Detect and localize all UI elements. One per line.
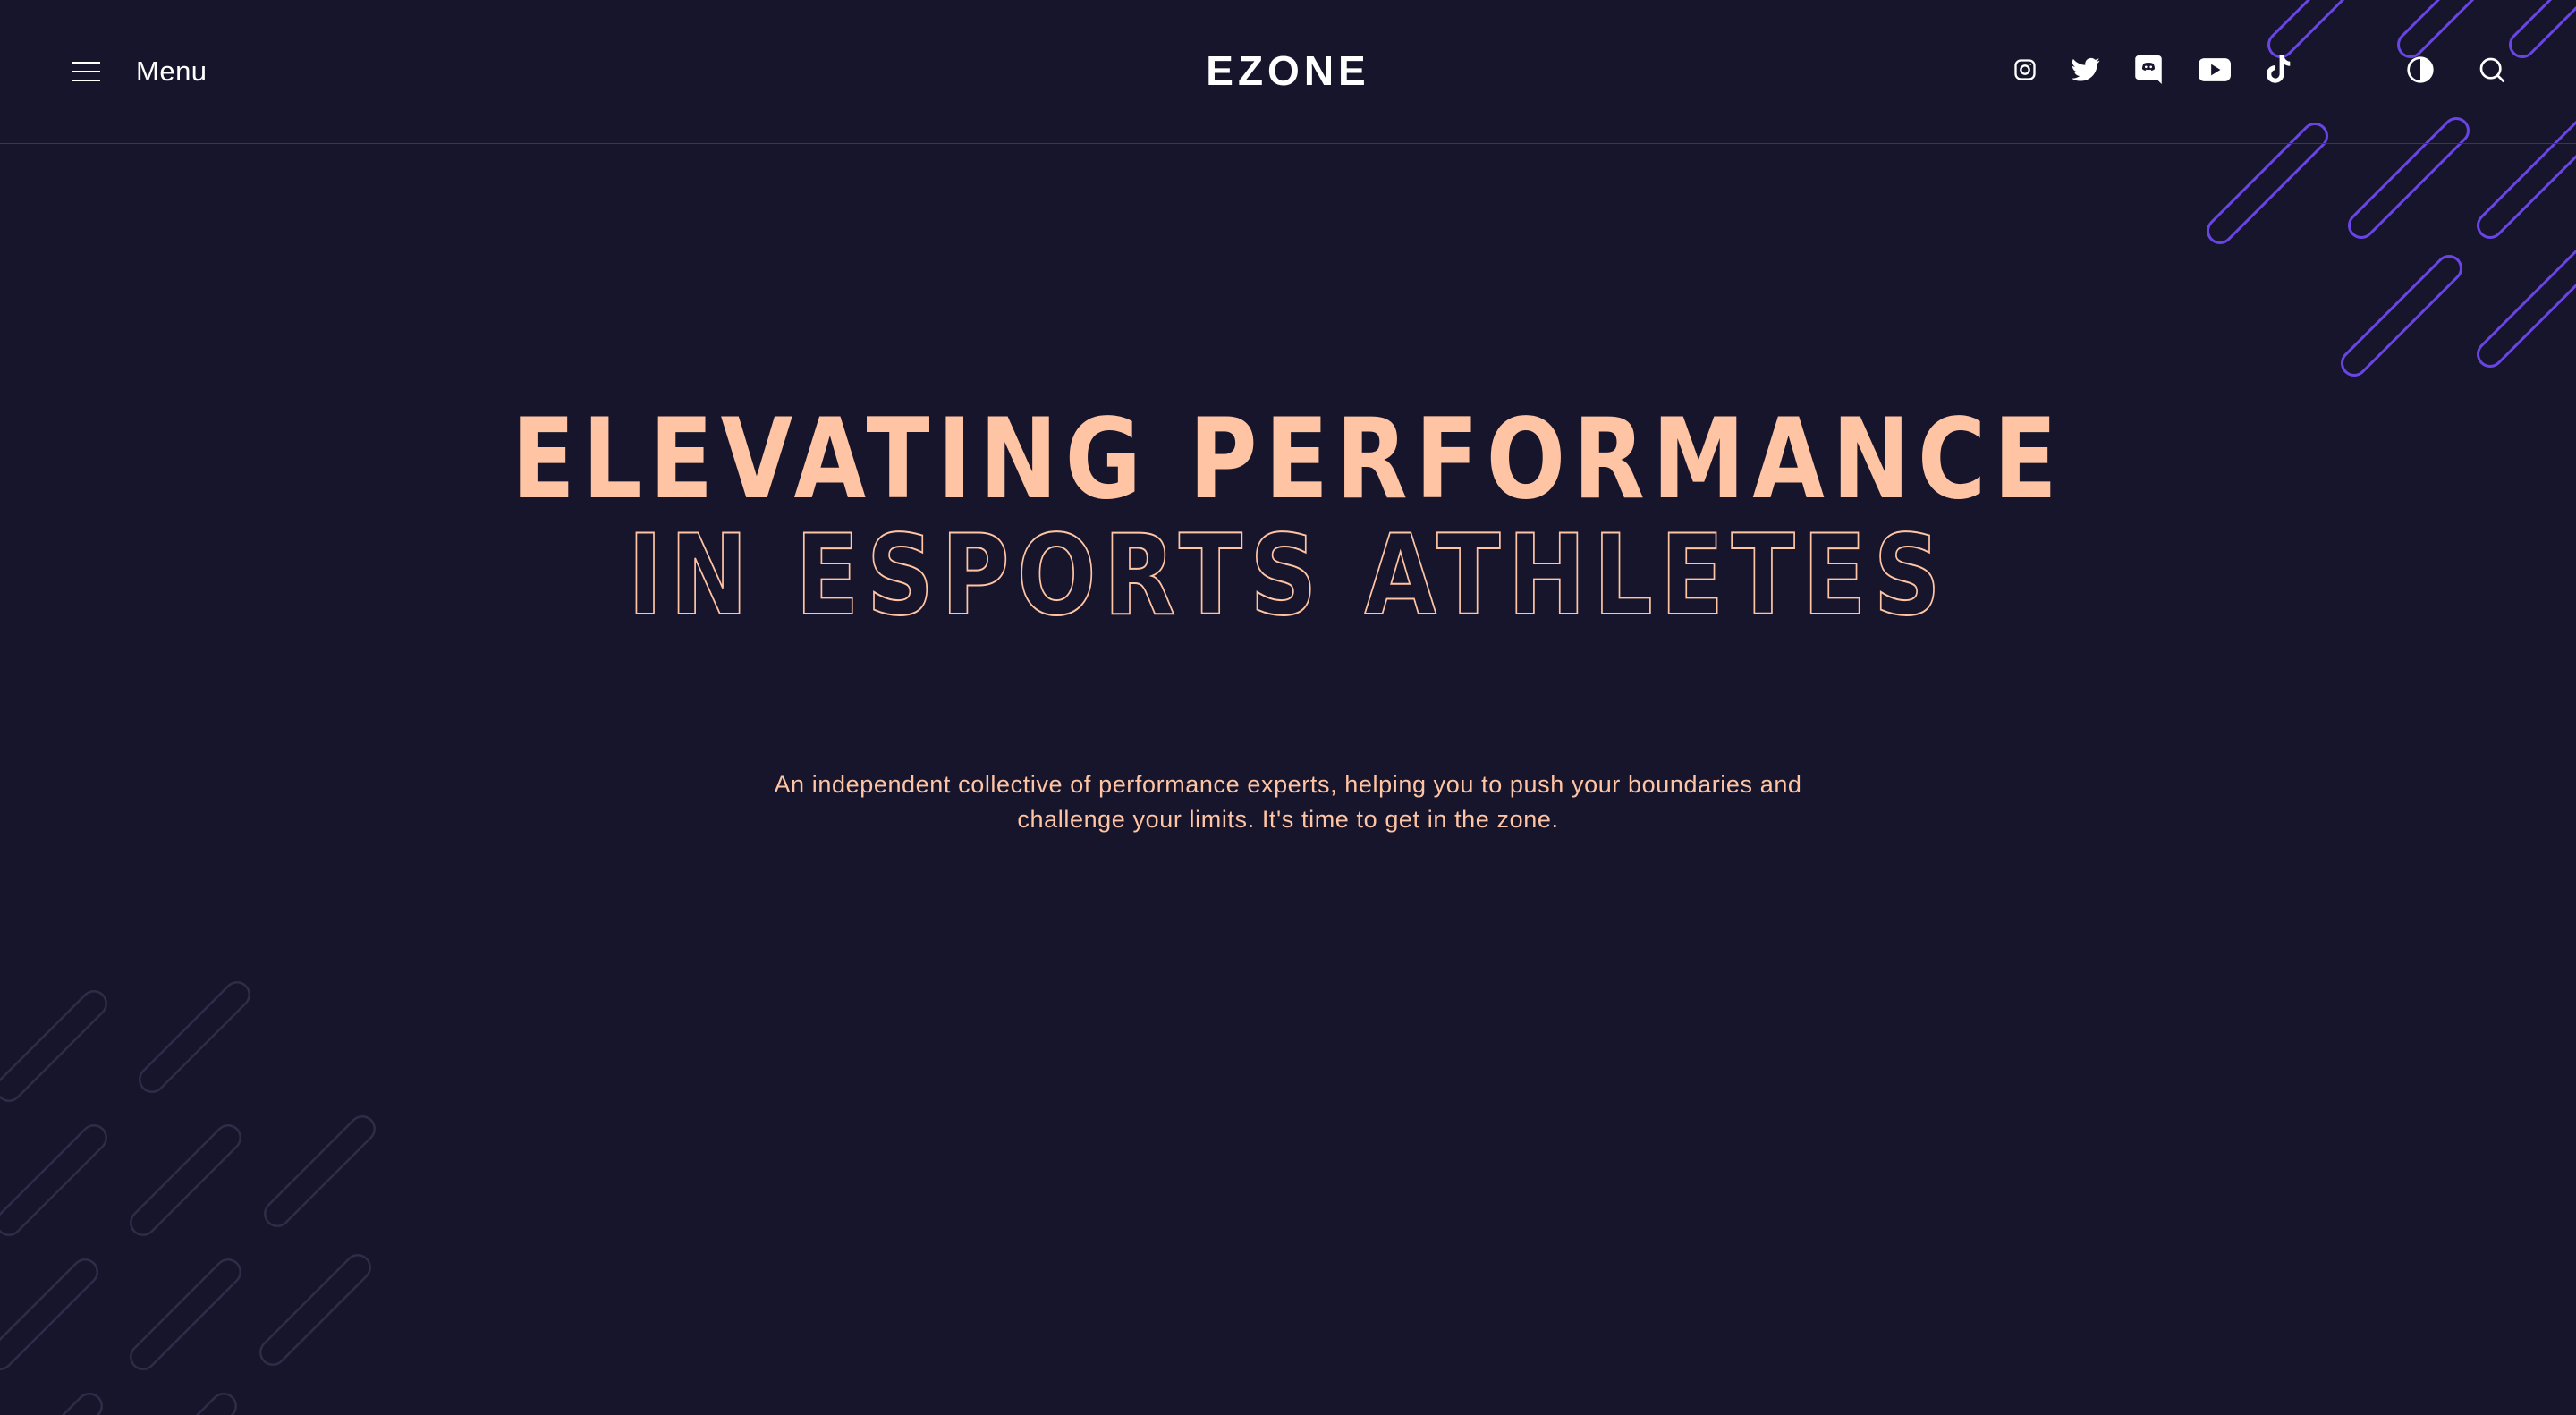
menu-label: Menu (136, 55, 208, 87)
site-header: Menu EZONE (0, 0, 2576, 144)
instagram-icon[interactable] (2009, 54, 2041, 86)
decorative-pills-bottom-left (0, 981, 376, 1415)
hero-description: An independent collective of performance… (733, 767, 1843, 837)
hero-headline-line1: ELEVATING PERFORMANCE (511, 395, 2065, 524)
hamburger-icon (72, 60, 100, 83)
hero-description-line1: An independent collective of performance… (774, 771, 1802, 798)
search-icon[interactable] (2476, 54, 2508, 86)
page: Menu EZONE ELEVATING PERFORMANCE IN ESPO… (0, 0, 2576, 1415)
twitter-icon[interactable] (2070, 54, 2102, 86)
contrast-toggle-icon[interactable] (2404, 54, 2436, 86)
hero-headline-line2: IN ESPORTS ATHLETES (627, 512, 1949, 640)
menu-button[interactable]: Menu (72, 50, 208, 93)
discord-icon[interactable] (2132, 54, 2165, 86)
hero-description-line2: challenge your limits. It's time to get … (1017, 806, 1559, 833)
youtube-icon[interactable] (2197, 54, 2233, 86)
tiktok-icon[interactable] (2263, 54, 2295, 86)
ezone-logo[interactable]: EZONE (1199, 48, 1377, 93)
